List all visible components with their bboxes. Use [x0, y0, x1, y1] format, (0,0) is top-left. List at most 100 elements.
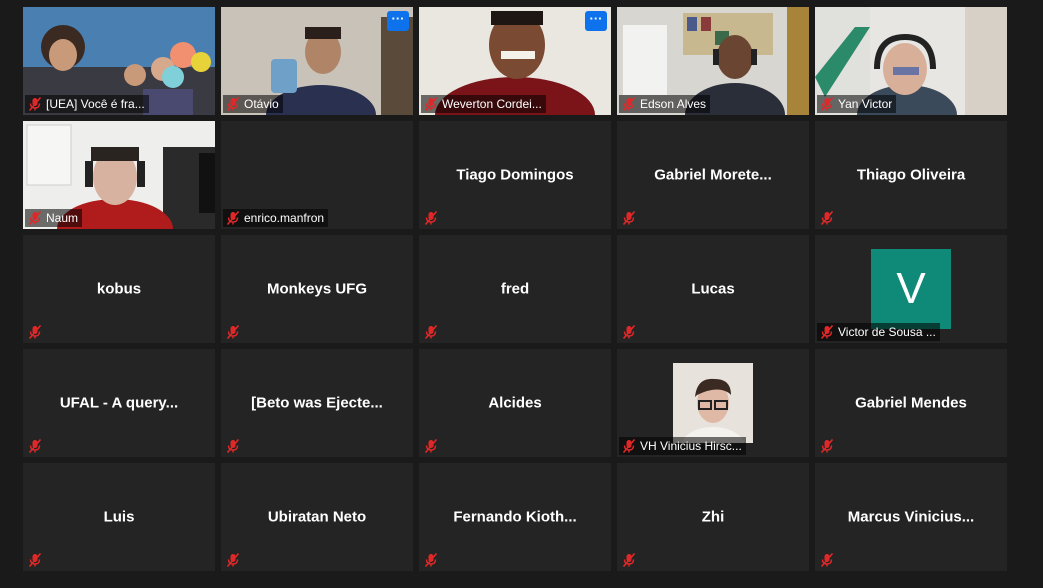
mic-muted-icon [820, 324, 834, 340]
participant-name-label: Weverton Cordei... [421, 95, 546, 113]
participant-tile[interactable]: Edson Alves [617, 7, 809, 115]
participant-name: Otávio [244, 97, 279, 111]
mic-muted-icon [622, 210, 636, 226]
mic-muted-icon [820, 210, 834, 226]
mic-muted-icon [226, 324, 240, 340]
participant-name: [UEA] Você é fra... [46, 97, 145, 111]
mic-muted-icon [622, 552, 636, 568]
participant-display-name: Gabriel Morete... [654, 166, 772, 184]
participant-name-label: [UEA] Você é fra... [25, 95, 149, 113]
participant-display-name: Tiago Domingos [456, 166, 574, 184]
participant-tile[interactable]: UFAL - A query... [23, 349, 215, 457]
participant-tile[interactable]: Zhi [617, 463, 809, 571]
participant-display-name: [Beto was Ejecte... [251, 394, 383, 412]
mic-muted-icon [226, 552, 240, 568]
participant-tile[interactable]: ··· Weverton Cordei... [419, 7, 611, 115]
mic-muted-icon [424, 324, 438, 340]
participant-tile[interactable]: kobus [23, 235, 215, 343]
participant-status [25, 551, 47, 569]
participant-display-name: Zhi [701, 508, 725, 526]
participant-name: Edson Alves [640, 97, 707, 111]
mic-muted-icon [28, 96, 42, 112]
participant-tile[interactable]: V Victor de Sousa ... [815, 235, 1007, 343]
participant-display-name: UFAL - A query... [59, 394, 179, 412]
participant-name-label: enrico.manfron [223, 209, 329, 227]
participant-status [25, 323, 47, 341]
participant-tile[interactable]: Marcus Vinicius... [815, 463, 1007, 571]
participant-name-label: Naum [25, 209, 83, 227]
mic-muted-icon [820, 96, 834, 112]
participant-status [421, 437, 443, 455]
participant-tile[interactable]: Naum [23, 121, 215, 229]
participant-display-name: Monkeys UFG [266, 280, 368, 298]
participant-tile[interactable]: Yan Victor [815, 7, 1007, 115]
participant-status [817, 551, 839, 569]
participant-name: Victor de Sousa ... [838, 325, 936, 339]
participant-status [421, 209, 443, 227]
participant-name: Naum [46, 211, 79, 225]
participant-status [817, 437, 839, 455]
mic-muted-icon [424, 96, 438, 112]
participant-tile[interactable]: Thiago Oliveira [815, 121, 1007, 229]
participant-name-label: Victor de Sousa ... [817, 323, 940, 341]
mic-muted-icon [622, 96, 636, 112]
participant-status [223, 323, 245, 341]
participant-tile[interactable]: enrico.manfron [221, 121, 413, 229]
mic-muted-icon [622, 438, 636, 454]
mic-muted-icon [28, 438, 42, 454]
participant-display-name: Thiago Oliveira [856, 166, 966, 184]
participant-tile[interactable]: ··· Otávio [221, 7, 413, 115]
participant-status [223, 437, 245, 455]
participant-tile[interactable]: [Beto was Ejecte... [221, 349, 413, 457]
participant-status [25, 437, 47, 455]
participant-display-name: fred [500, 280, 530, 298]
mic-muted-icon [28, 324, 42, 340]
participant-display-name: Ubiratan Neto [267, 508, 367, 526]
participant-tile[interactable]: Luis [23, 463, 215, 571]
mic-muted-icon [28, 552, 42, 568]
participant-display-name: Fernando Kioth... [453, 508, 577, 526]
participant-display-name: kobus [96, 280, 142, 298]
mic-muted-icon [424, 210, 438, 226]
participant-status [421, 551, 443, 569]
participant-tile[interactable]: Gabriel Morete... [617, 121, 809, 229]
participant-name: VH Vinicius Hirsc... [640, 439, 742, 453]
mic-muted-icon [226, 438, 240, 454]
participant-name-label: Otávio [223, 95, 283, 113]
gallery-grid: [UEA] Você é fra... ··· Otávio ··· Wever… [23, 7, 1007, 571]
participant-tile[interactable]: Gabriel Mendes [815, 349, 1007, 457]
participant-status [619, 323, 641, 341]
mic-muted-icon [424, 438, 438, 454]
profile-photo [673, 363, 753, 443]
mic-muted-icon [226, 96, 240, 112]
participant-status [619, 551, 641, 569]
participant-name-label: Edson Alves [619, 95, 711, 113]
participant-tile[interactable]: Ubiratan Neto [221, 463, 413, 571]
participant-tile[interactable]: [UEA] Você é fra... [23, 7, 215, 115]
participant-tile[interactable]: Monkeys UFG [221, 235, 413, 343]
participant-display-name: Gabriel Mendes [855, 394, 967, 412]
more-options-button[interactable]: ··· [387, 11, 409, 31]
participant-display-name: Marcus Vinicius... [847, 508, 975, 526]
participant-name: Yan Victor [838, 97, 893, 111]
participant-tile[interactable]: VH Vinicius Hirsc... [617, 349, 809, 457]
participant-status [421, 323, 443, 341]
participant-name: enrico.manfron [244, 211, 325, 225]
mic-muted-icon [622, 324, 636, 340]
mic-muted-icon [424, 552, 438, 568]
participant-tile[interactable]: Tiago Domingos [419, 121, 611, 229]
mic-muted-icon [226, 210, 240, 226]
mic-muted-icon [820, 438, 834, 454]
participant-status [817, 209, 839, 227]
participant-status [223, 551, 245, 569]
participant-tile[interactable]: fred [419, 235, 611, 343]
participant-name-label: VH Vinicius Hirsc... [619, 437, 746, 455]
participant-display-name: Lucas [691, 280, 735, 298]
participant-status [619, 209, 641, 227]
participant-tile[interactable]: Alcides [419, 349, 611, 457]
participant-tile[interactable]: Lucas [617, 235, 809, 343]
mic-muted-icon [28, 210, 42, 226]
more-options-button[interactable]: ··· [585, 11, 607, 31]
participant-tile[interactable]: Fernando Kioth... [419, 463, 611, 571]
participant-display-name: Alcides [488, 394, 542, 412]
